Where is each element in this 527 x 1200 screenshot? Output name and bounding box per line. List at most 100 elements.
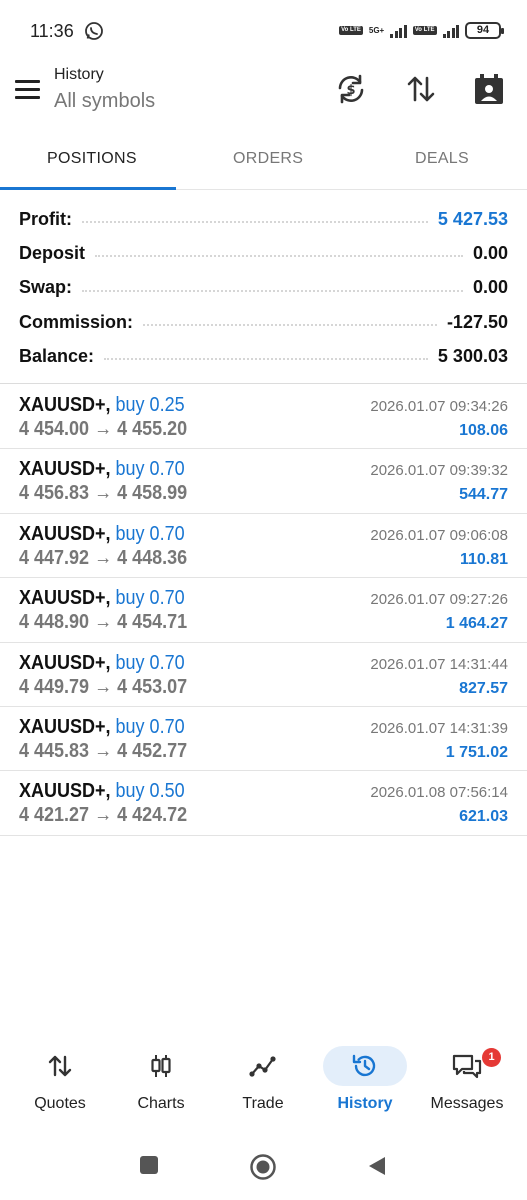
battery-icon: 94 [465, 22, 504, 39]
nav-trade[interactable]: Trade [213, 1040, 313, 1120]
position-symbol: XAUUSD+, buy 0.50 [19, 780, 185, 803]
position-time: 2026.01.07 14:31:39 [370, 719, 508, 737]
nav-charts[interactable]: Charts [111, 1040, 211, 1120]
tab-deals[interactable]: DEALS [415, 150, 469, 168]
position-row[interactable]: XAUUSD+, buy 0.70 4 456.83 → 4 458.99 20… [0, 449, 527, 514]
position-profit: 110.81 [459, 550, 508, 568]
summary-value: 0.00 [472, 242, 508, 263]
position-type: buy 0.50 [115, 780, 185, 803]
back-triangle-icon[interactable] [367, 1155, 387, 1177]
position-profit: 1 751.02 [445, 743, 508, 761]
status-bar: 11:36 Vo LTE 5G+ Vo LTE 94 [0, 0, 527, 62]
history-clock-icon [352, 1054, 376, 1077]
position-row[interactable]: XAUUSD+, buy 0.25 4 454.00 → 4 455.20 20… [0, 385, 527, 450]
whatsapp-icon [85, 22, 103, 40]
position-symbol: XAUUSD+, buy 0.70 [19, 458, 185, 481]
position-row[interactable]: XAUUSD+, buy 0.70 4 448.90 → 4 454.71 20… [0, 578, 527, 643]
status-indicators: Vo LTE 5G+ Vo LTE 94 [339, 22, 504, 39]
position-profit: 108.06 [459, 422, 508, 439]
summary-label: Profit: [19, 208, 72, 229]
position-row[interactable]: XAUUSD+, buy 0.70 4 447.92 → 4 448.36 20… [0, 514, 527, 579]
summary-row-deposit: Deposit 0.00 [0, 236, 527, 270]
position-prices: 4 421.27 → 4 424.72 [19, 804, 188, 827]
messages-chat-icon [452, 1054, 482, 1079]
position-time: 2026.01.07 09:27:26 [370, 591, 508, 609]
position-time: 2026.01.08 07:56:14 [370, 784, 508, 802]
position-prices: 4 456.83 → 4 458.99 [19, 482, 188, 505]
summary-row-balance: Balance: 5 300.03 [0, 339, 527, 373]
position-symbol: XAUUSD+, buy 0.70 [19, 715, 185, 738]
position-symbol: XAUUSD+, buy 0.70 [19, 587, 185, 610]
dotted-leader [95, 255, 463, 258]
signal-icon-2 [442, 24, 459, 38]
symbol-filter[interactable]: All symbols [54, 90, 155, 113]
position-profit: 1 464.27 [445, 615, 508, 633]
position-row[interactable]: XAUUSD+, buy 0.50 4 421.27 → 4 424.72 20… [0, 771, 527, 836]
currency-sync-icon[interactable]: $ [334, 72, 368, 106]
unread-badge: 1 [482, 1048, 501, 1067]
summary-value: 0.00 [472, 277, 508, 298]
position-symbol: XAUUSD+, buy 0.25 [19, 394, 185, 416]
volte-badge-2: Vo LTE [412, 26, 437, 35]
position-time: 2026.01.07 09:34:26 [370, 398, 508, 415]
tab-orders[interactable]: ORDERS [233, 150, 303, 168]
candlestick-icon [151, 1055, 171, 1077]
volte-badge: Vo LTE [339, 26, 363, 35]
nav-messages[interactable]: 1 Messages [417, 1040, 517, 1120]
position-prices: 4 447.92 → 4 448.36 [19, 546, 188, 569]
position-profit: 544.77 [459, 486, 508, 504]
summary-row-commission: Commission: -127.50 [0, 305, 527, 339]
svg-text:$: $ [346, 83, 355, 98]
position-symbol: XAUUSD+, buy 0.70 [19, 522, 185, 545]
position-time: 2026.01.07 14:31:44 [370, 655, 508, 673]
nav-label: Messages [430, 1095, 504, 1112]
tab-positions[interactable]: POSITIONS [47, 150, 137, 168]
summary-label: Commission: [19, 311, 134, 332]
page-title: History [54, 66, 104, 83]
summary-value: 5 300.03 [437, 345, 508, 366]
nav-label: History [337, 1095, 393, 1112]
menu-icon[interactable] [15, 80, 40, 100]
sort-icon[interactable] [404, 72, 438, 106]
positions-list: XAUUSD+, buy 0.25 4 454.00 → 4 455.20 20… [0, 385, 527, 836]
position-row[interactable]: XAUUSD+, buy 0.70 4 449.79 → 4 453.07 20… [0, 643, 527, 707]
summary-panel: Profit: 5 427.53 Deposit 0.00 Swap: 0.00… [0, 202, 527, 373]
nav-label: Charts [137, 1095, 185, 1112]
signal-icon [390, 24, 407, 38]
dotted-leader [82, 221, 428, 224]
summary-label: Deposit [19, 242, 86, 263]
position-profit: 827.57 [459, 679, 508, 697]
position-type: buy 0.25 [115, 394, 185, 416]
position-prices: 4 449.79 → 4 453.07 [19, 675, 188, 698]
nav-label: Trade [242, 1095, 284, 1112]
recents-square-icon[interactable] [139, 1155, 159, 1175]
home-circle-icon[interactable] [249, 1153, 277, 1181]
position-type: buy 0.70 [115, 651, 185, 674]
position-type: buy 0.70 [115, 587, 185, 610]
position-type: buy 0.70 [115, 522, 185, 545]
dotted-leader [82, 289, 463, 292]
summary-value: -127.50 [446, 311, 508, 332]
divider [0, 383, 527, 384]
position-row[interactable]: XAUUSD+, buy 0.70 4 445.83 → 4 452.77 20… [0, 707, 527, 772]
position-prices: 4 448.90 → 4 454.71 [19, 611, 188, 634]
bottom-nav: Quotes Charts Trade History 1 Messages [0, 1040, 527, 1130]
nav-quotes[interactable]: Quotes [10, 1040, 110, 1120]
tab-bar: POSITIONS ORDERS DEALS [0, 140, 527, 190]
position-time: 2026.01.07 09:39:32 [370, 462, 508, 480]
trade-line-icon [249, 1056, 276, 1077]
app-header: History All symbols $ [0, 62, 527, 124]
quotes-arrows-icon [48, 1055, 72, 1077]
position-type: buy 0.70 [115, 458, 185, 481]
summary-label: Balance: [19, 345, 95, 366]
tab-active-indicator [0, 187, 176, 190]
dotted-leader [104, 358, 428, 361]
summary-label: Swap: [19, 277, 73, 298]
system-nav-bar [0, 1145, 527, 1190]
position-type: buy 0.70 [115, 715, 185, 738]
position-prices: 4 454.00 → 4 455.20 [19, 418, 188, 440]
network-type: 5G+ [368, 25, 385, 35]
nav-history[interactable]: History [315, 1040, 415, 1120]
dotted-leader [143, 324, 437, 327]
calendar-icon[interactable] [472, 72, 506, 106]
